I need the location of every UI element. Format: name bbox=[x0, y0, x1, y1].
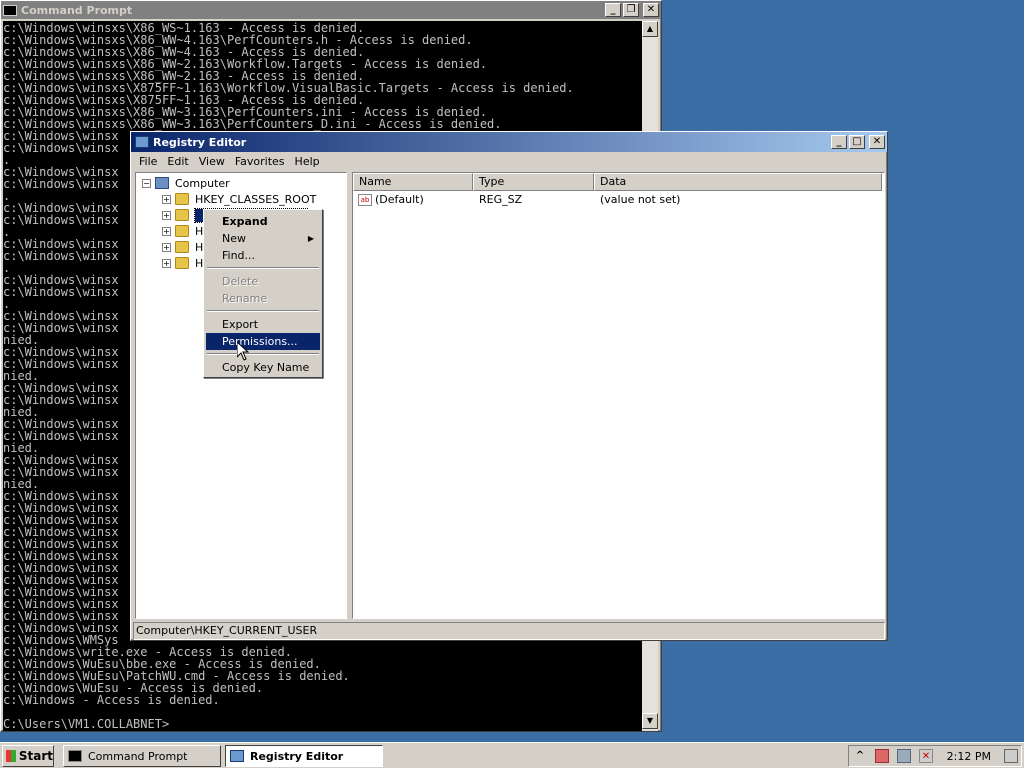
menu-item-label: New bbox=[222, 232, 246, 245]
tray-chevron-icon[interactable]: ^ bbox=[853, 749, 867, 763]
value-data: (value not set) bbox=[600, 193, 681, 206]
close-icon[interactable]: ✕ bbox=[643, 3, 659, 17]
task-label: Registry Editor bbox=[250, 749, 344, 763]
close-icon[interactable]: ✕ bbox=[869, 135, 885, 149]
windows-logo-icon bbox=[6, 750, 16, 762]
menu-favorites[interactable]: Favorites bbox=[231, 155, 289, 168]
console-line: C:\Users\VM1.COLLABNET> bbox=[3, 717, 170, 731]
system-tray: ^ ✕ 2:12 PM bbox=[848, 745, 1022, 767]
menu-item-expand[interactable]: Expand bbox=[206, 213, 320, 230]
scroll-down-icon[interactable]: ▼ bbox=[642, 713, 658, 729]
menu-view[interactable]: View bbox=[195, 155, 229, 168]
computer-icon bbox=[155, 177, 169, 189]
regedit-title: Registry Editor bbox=[153, 135, 247, 149]
cmd-title: Command Prompt bbox=[21, 3, 133, 17]
restore-icon[interactable]: ❐ bbox=[623, 3, 639, 17]
regedit-titlebar[interactable]: Registry Editor _ □ ✕ bbox=[131, 132, 887, 152]
menu-separator bbox=[207, 267, 319, 269]
taskbar: Start Command Prompt Registry Editor ^ ✕… bbox=[0, 742, 1024, 768]
menu-edit[interactable]: Edit bbox=[163, 155, 192, 168]
registry-editor-window[interactable]: Registry Editor _ □ ✕ File Edit View Fav… bbox=[130, 131, 888, 641]
menu-item-rename[interactable]: Rename bbox=[206, 290, 320, 307]
show-desktop-icon[interactable] bbox=[1004, 749, 1018, 763]
tree-item-hkcr[interactable]: + HKEY_CLASSES_ROOT bbox=[162, 191, 316, 207]
menu-item-find[interactable]: Find... bbox=[206, 247, 320, 264]
value-type: REG_SZ bbox=[479, 193, 523, 206]
column-type[interactable]: Type bbox=[473, 173, 594, 191]
expand-icon[interactable]: + bbox=[162, 258, 171, 268]
menu-bar: File Edit View Favorites Help bbox=[131, 152, 887, 170]
tree-item-label: HKEY_CLASSES_ROOT bbox=[195, 192, 317, 206]
expand-icon[interactable]: + bbox=[162, 226, 171, 236]
tree-item-hku[interactable]: + H bbox=[162, 239, 203, 255]
expand-icon[interactable]: + bbox=[162, 194, 171, 204]
expand-icon[interactable]: + bbox=[162, 242, 171, 252]
clock[interactable]: 2:12 PM bbox=[947, 750, 991, 763]
cmd-titlebar[interactable]: Command Prompt _ ❐ ✕ bbox=[1, 1, 661, 19]
network-icon[interactable] bbox=[897, 749, 911, 763]
folder-icon bbox=[175, 225, 189, 237]
menu-item-copy-key-name[interactable]: Copy Key Name bbox=[206, 359, 320, 376]
submenu-arrow-icon: ▶ bbox=[307, 234, 314, 243]
menu-item-permissions[interactable]: Permissions... bbox=[206, 333, 320, 350]
start-label: Start bbox=[18, 749, 53, 763]
start-button[interactable]: Start bbox=[2, 745, 54, 767]
tree-item-hklm[interactable]: + H bbox=[162, 223, 203, 239]
values-list[interactable]: Name Type Data ab (Default) REG_SZ (value… bbox=[352, 172, 885, 619]
mouse-cursor-icon bbox=[237, 342, 249, 361]
menu-item-export[interactable]: Export bbox=[206, 316, 320, 333]
folder-icon bbox=[175, 241, 189, 253]
tree-item-computer[interactable]: − Computer bbox=[142, 175, 230, 191]
maximize-icon[interactable]: □ bbox=[849, 135, 865, 149]
regedit-app-icon bbox=[135, 136, 149, 148]
folder-icon bbox=[175, 193, 189, 205]
column-name[interactable]: Name bbox=[353, 173, 473, 191]
minimize-icon[interactable]: _ bbox=[831, 135, 847, 149]
folder-icon bbox=[175, 257, 189, 269]
tree-item-hkcc[interactable]: + H bbox=[162, 255, 203, 271]
menu-item-delete[interactable]: Delete bbox=[206, 273, 320, 290]
collapse-icon[interactable]: − bbox=[142, 178, 151, 188]
taskbar-item-command-prompt[interactable]: Command Prompt bbox=[63, 745, 221, 767]
scroll-up-icon[interactable]: ▲ bbox=[642, 21, 658, 37]
volume-muted-icon[interactable]: ✕ bbox=[919, 749, 933, 763]
value-name: (Default) bbox=[375, 193, 424, 206]
minimize-icon[interactable]: _ bbox=[605, 3, 621, 17]
menu-separator bbox=[207, 310, 319, 312]
cmd-app-icon bbox=[3, 4, 17, 16]
console-line: c:\Windows - Access is denied. bbox=[3, 693, 220, 707]
column-data[interactable]: Data bbox=[594, 173, 882, 191]
expand-icon[interactable]: + bbox=[162, 210, 171, 220]
taskbar-item-registry-editor[interactable]: Registry Editor bbox=[225, 745, 383, 767]
action-center-icon[interactable] bbox=[875, 749, 889, 763]
menu-separator bbox=[207, 353, 319, 355]
tree-item-label: Computer bbox=[175, 176, 230, 190]
regedit-app-icon bbox=[230, 750, 244, 762]
cmd-app-icon bbox=[68, 750, 82, 762]
task-label: Command Prompt bbox=[88, 749, 188, 763]
menu-item-new[interactable]: New ▶ bbox=[206, 230, 320, 247]
string-value-icon: ab bbox=[358, 194, 372, 206]
status-bar: Computer\HKEY_CURRENT_USER bbox=[133, 622, 885, 640]
context-menu: Expand New ▶ Find... Delete Rename Expor… bbox=[203, 209, 323, 378]
menu-help[interactable]: Help bbox=[291, 155, 324, 168]
menu-file[interactable]: File bbox=[135, 155, 161, 168]
folder-icon bbox=[175, 209, 189, 221]
